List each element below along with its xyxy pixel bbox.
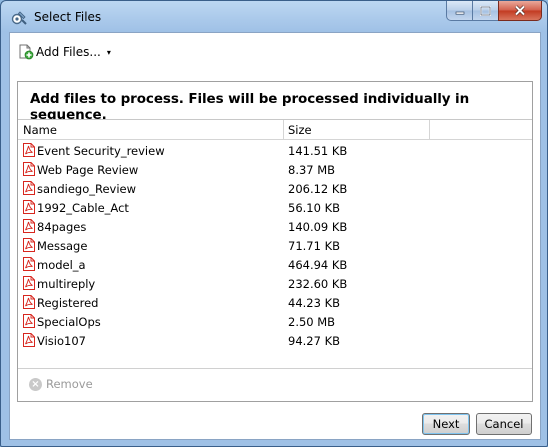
cancel-button[interactable]: Cancel <box>476 413 532 435</box>
file-name: Registered <box>37 296 99 310</box>
window-title: Select Files <box>34 10 102 24</box>
file-name: 84pages <box>37 220 87 234</box>
file-row[interactable]: Web Page Review 8.37 MB <box>18 160 532 179</box>
file-row[interactable]: Event Security_review 141.51 KB <box>18 141 532 160</box>
file-size: 44.23 KB <box>288 296 341 310</box>
remove-bar: × Remove <box>18 368 532 401</box>
file-row[interactable]: sandiego_Review 206.12 KB <box>18 179 532 198</box>
file-row[interactable]: Message 71.71 KB <box>18 236 532 255</box>
maximize-icon <box>480 5 491 16</box>
pdf-file-icon <box>23 333 35 347</box>
column-divider[interactable] <box>429 120 430 139</box>
dialog-content: Add Files... ▾ Add files to process. Fil… <box>9 32 541 440</box>
file-name: Event Security_review <box>37 144 165 158</box>
pdf-file-icon <box>23 200 35 214</box>
pdf-file-icon <box>23 276 35 290</box>
pdf-file-icon <box>23 181 35 195</box>
file-name: SpecialOps <box>37 315 101 329</box>
add-files-label: Add Files... <box>36 45 101 59</box>
file-name: sandiego_Review <box>37 182 137 196</box>
file-name: Visio107 <box>37 334 86 348</box>
file-name: 1992_Cable_Act <box>37 201 129 215</box>
close-button[interactable] <box>498 1 542 21</box>
file-list: Event Security_review 141.51 KB Web Page R… <box>18 141 532 350</box>
add-file-icon <box>19 44 34 60</box>
pdf-file-icon <box>23 143 35 157</box>
file-size: 8.37 MB <box>288 163 336 177</box>
pdf-file-icon <box>23 162 35 176</box>
pdf-file-icon <box>23 257 35 271</box>
file-name: multireply <box>37 277 96 291</box>
file-size: 206.12 KB <box>288 182 348 196</box>
column-header-name[interactable]: Name <box>23 123 57 137</box>
file-name: model_a <box>37 258 86 272</box>
file-row[interactable]: Registered 44.23 KB <box>18 293 532 312</box>
minimize-icon <box>455 11 464 15</box>
file-size: 232.60 KB <box>288 277 348 291</box>
close-icon <box>514 5 526 16</box>
file-size: 2.50 MB <box>288 315 336 329</box>
remove-button[interactable]: × Remove <box>29 377 93 391</box>
file-row[interactable]: multireply 232.60 KB <box>18 274 532 293</box>
chevron-down-icon: ▾ <box>106 47 111 57</box>
pdf-file-icon <box>23 238 35 252</box>
file-size: 94.27 KB <box>288 334 341 348</box>
remove-icon: × <box>29 377 42 391</box>
minimize-button[interactable] <box>446 1 473 21</box>
file-size: 140.09 KB <box>288 220 348 234</box>
pdf-file-icon <box>23 295 35 309</box>
remove-label: Remove <box>46 377 93 391</box>
file-size: 56.10 KB <box>288 201 341 215</box>
add-files-button[interactable]: Add Files... ▾ <box>18 44 111 60</box>
file-row[interactable]: 84pages 140.09 KB <box>18 217 532 236</box>
app-icon <box>11 11 27 25</box>
column-header-size[interactable]: Size <box>288 123 312 137</box>
column-divider[interactable] <box>283 120 284 139</box>
table-header: Name Size <box>18 119 532 140</box>
file-size: 464.94 KB <box>288 258 348 272</box>
file-row[interactable]: SpecialOps 2.50 MB <box>18 312 532 331</box>
pdf-file-icon <box>23 219 35 233</box>
file-name: Message <box>37 239 88 253</box>
file-row[interactable]: Visio107 94.27 KB <box>18 331 532 350</box>
file-row[interactable]: 1992_Cable_Act 56.10 KB <box>18 198 532 217</box>
file-size: 71.71 KB <box>288 239 341 253</box>
file-size: 141.51 KB <box>288 144 348 158</box>
file-list-panel: Add files to process. Files will be proc… <box>17 81 533 402</box>
file-row[interactable]: model_a 464.94 KB <box>18 255 532 274</box>
file-name: Web Page Review <box>37 163 139 177</box>
next-button[interactable]: Next <box>422 413 470 435</box>
maximize-button[interactable] <box>472 1 499 21</box>
title-bar[interactable]: Select Files <box>1 1 547 33</box>
pdf-file-icon <box>23 314 35 328</box>
dialog-window: Select Files Add Files... ▾ Add files to… <box>0 0 548 447</box>
